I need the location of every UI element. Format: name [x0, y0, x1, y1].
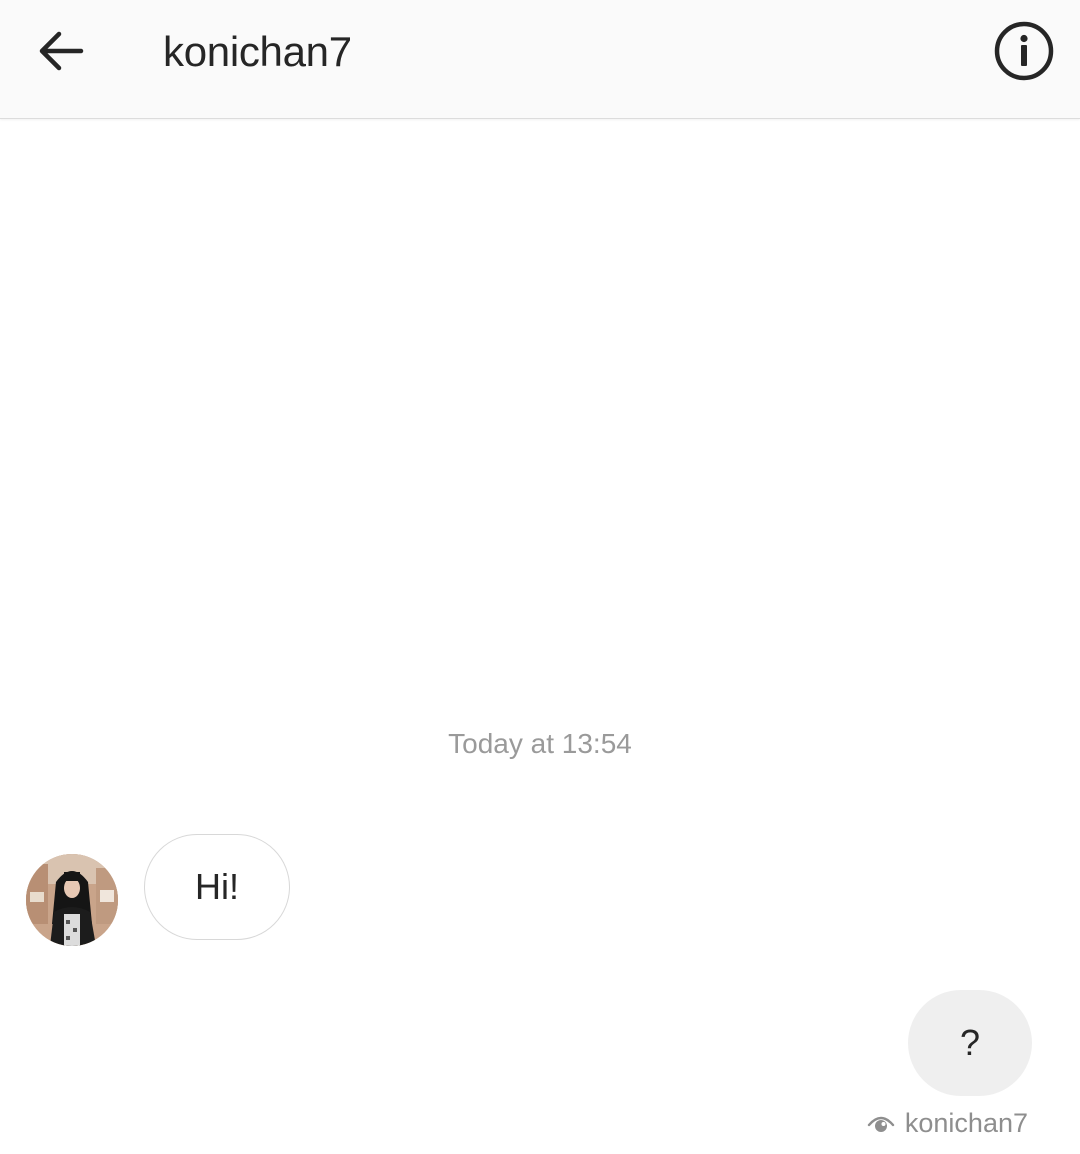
seen-indicator: konichan7	[867, 1106, 1028, 1140]
conversation-title[interactable]: konichan7	[163, 26, 352, 78]
top-bar: konichan7	[0, 0, 1080, 119]
info-circle-icon	[994, 21, 1054, 81]
eye-icon	[867, 1109, 895, 1137]
info-button[interactable]	[992, 19, 1056, 83]
arrow-left-icon	[39, 31, 84, 71]
message-timestamp: Today at 13:54	[448, 728, 632, 759]
outgoing-message-bubble[interactable]: ?	[908, 990, 1032, 1096]
incoming-message-bubble[interactable]: Hi!	[144, 834, 290, 940]
back-button[interactable]	[28, 22, 94, 80]
seen-by-label: konichan7	[904, 1108, 1028, 1138]
avatar[interactable]	[26, 854, 118, 946]
profile-photo	[26, 854, 118, 946]
